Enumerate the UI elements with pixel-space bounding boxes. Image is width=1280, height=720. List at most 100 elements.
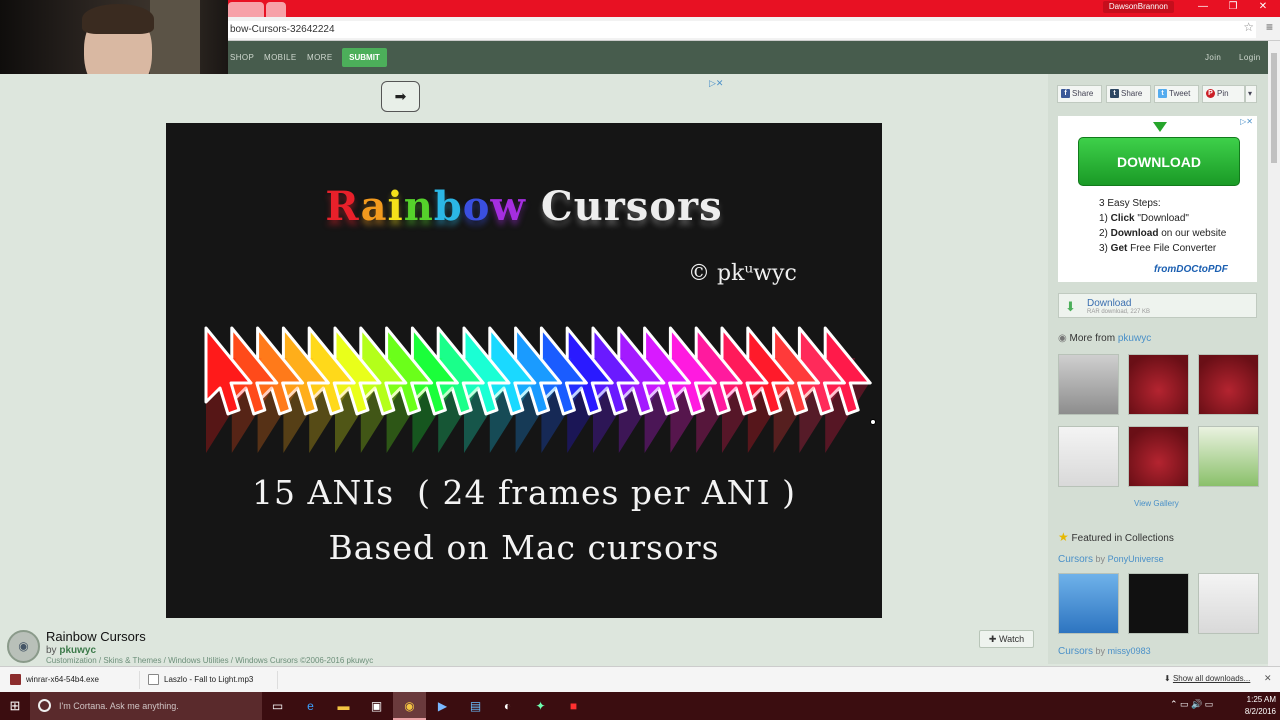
clock-time: 1:25 AM [1246, 695, 1276, 704]
share-label: Share [1121, 89, 1143, 98]
ad-steps: 3 Easy Steps: 1) Click "Download" 2) Dow… [1099, 196, 1226, 256]
ad-step-2: 2) Download on our website [1099, 228, 1227, 239]
download-arrow-icon: ⬇ [1065, 299, 1076, 314]
view-gallery-link[interactable]: View Gallery [1134, 499, 1179, 508]
author-link[interactable]: pkuwyc [59, 645, 96, 656]
clock-date: 8/2/2016 [1244, 707, 1276, 716]
ad-step-1: 1) Click "Download" [1099, 213, 1189, 224]
url-input[interactable]: bow-Cursors-32642224 [228, 21, 1256, 38]
show-all-downloads-link[interactable]: ⬇ Show all downloads... [1164, 674, 1250, 683]
pin-button[interactable]: P Pin [1202, 85, 1245, 103]
download-button[interactable]: ⬇ Download RAR download, 227 KB [1058, 293, 1257, 318]
app-icon[interactable]: ▤ [459, 692, 492, 720]
more-from-header: ◉ More from pkuwyc [1058, 333, 1152, 344]
download-item[interactable]: winrar-x64-54b4.exe [4, 671, 140, 689]
user-icon: ◉ [1058, 333, 1067, 344]
share-more-dropdown[interactable]: ▾ [1245, 85, 1257, 103]
ad-steps-title: 3 Easy Steps: [1099, 198, 1161, 209]
share-label: Share [1072, 89, 1094, 98]
download-icon: ⬇ [1164, 674, 1171, 683]
steam-icon[interactable]: ◐ [491, 692, 524, 720]
system-tray-icons[interactable]: ⌃ ▭ 🔊 ▭ [1170, 699, 1213, 710]
tweet-button[interactable]: t Tweet [1154, 85, 1199, 103]
watch-icon: ✚ [988, 634, 997, 644]
pinterest-icon: P [1206, 89, 1215, 98]
nav-mobile[interactable]: MOBILE [264, 53, 297, 62]
deviation-preview-image[interactable] [166, 123, 882, 618]
watch-label: Watch [998, 634, 1025, 644]
collection-thumb[interactable] [1198, 573, 1259, 634]
bookmark-star-icon[interactable]: ☆ [1243, 20, 1254, 34]
scrollbar-thumb[interactable] [1271, 53, 1277, 163]
collection-link[interactable]: Cursors by missy0983 [1058, 646, 1151, 657]
download-size: RAR download, 227 KB [1087, 309, 1151, 315]
minimize-button[interactable]: — [1194, 1, 1212, 12]
by-label: by [46, 645, 57, 656]
deviation-author: by pkuwyc [46, 645, 96, 656]
gallery-thumb[interactable] [1128, 354, 1189, 415]
deviation-title: Rainbow Cursors [46, 629, 146, 644]
ad-step-3: 3) Get Free File Converter [1099, 243, 1217, 254]
join-link[interactable]: Join [1205, 53, 1221, 62]
close-shelf-button[interactable]: ✕ [1264, 673, 1272, 684]
submit-button[interactable]: SUBMIT [342, 48, 387, 67]
gallery-thumb[interactable] [1058, 354, 1119, 415]
chrome-icon[interactable]: ◉ [393, 692, 426, 720]
download-shelf: winrar-x64-54b4.exe Laszlo - Fall to Lig… [0, 666, 1280, 692]
collection-thumb[interactable] [1058, 573, 1119, 634]
gallery-thumb[interactable] [1198, 426, 1259, 487]
rainbow-arrows-graphic [204, 326, 872, 453]
windows-start-icon[interactable]: ⊞ [0, 692, 30, 720]
chrome-menu-icon[interactable]: ≡ [1266, 20, 1273, 34]
collection-link[interactable]: Cursors by PonyUniverse [1058, 554, 1164, 565]
facebook-share-button[interactable]: f Share [1057, 85, 1102, 103]
audio-file-icon [148, 674, 159, 685]
mouse-cursor [870, 419, 876, 425]
gallery-thumb[interactable] [1198, 354, 1259, 415]
gallery-thumb[interactable] [1058, 426, 1119, 487]
edge-icon[interactable]: e [294, 692, 327, 720]
more-from-user-link[interactable]: pkuwyc [1118, 333, 1151, 344]
profile-name[interactable]: DawsonBrannon [1102, 1, 1174, 13]
system-clock[interactable]: 1:25 AM 8/2/2016 [1245, 694, 1276, 718]
breadcrumb[interactable]: Customization / Skins & Themes / Windows… [46, 656, 373, 665]
author-avatar[interactable]: ◉ [7, 630, 40, 663]
featured-collections-header: ★ Featured in Collections [1058, 530, 1174, 544]
ad-download-button[interactable]: DOWNLOAD [1078, 137, 1240, 186]
adchoices-icon[interactable]: ▷✕ [709, 78, 723, 89]
cortana-icon [38, 699, 51, 712]
next-arrow-button[interactable]: ➡ [381, 81, 420, 112]
ad-close-icon[interactable]: ▷✕ [1240, 117, 1253, 126]
new-tab-button[interactable] [266, 2, 286, 17]
tweet-label: Tweet [1169, 89, 1191, 98]
down-arrow-icon [1153, 122, 1167, 132]
watch-button[interactable]: ✚ Watch [979, 630, 1034, 648]
file-explorer-icon[interactable]: ▬ [327, 692, 360, 720]
task-view-icon[interactable]: ▭ [261, 692, 294, 720]
winrar-file-icon [10, 674, 21, 685]
download-item[interactable]: Laszlo - Fall to Light.mp3 [142, 671, 278, 689]
store-icon[interactable]: ▣ [360, 692, 393, 720]
twitter-icon: t [1158, 89, 1167, 98]
close-window-button[interactable]: ✕ [1254, 1, 1272, 12]
gallery-thumb[interactable] [1128, 426, 1189, 487]
cortana-search-box[interactable]: I'm Cortana. Ask me anything. [30, 692, 262, 720]
star-icon: ★ [1058, 530, 1069, 544]
download-label: Download [1087, 298, 1132, 309]
media-player-icon[interactable]: ▶ [426, 692, 459, 720]
page-scrollbar[interactable] [1268, 41, 1280, 666]
download-filename: winrar-x64-54b4.exe [26, 675, 99, 684]
download-filename: Laszlo - Fall to Light.mp3 [164, 675, 254, 684]
red-app-icon[interactable]: ■ [557, 692, 590, 720]
login-link[interactable]: Login [1239, 53, 1261, 62]
tumblr-share-button[interactable]: t Share [1106, 85, 1151, 103]
recorder-icon[interactable]: ✦ [524, 692, 557, 720]
share-bar: f Share t Share t Tweet P Pin ▾ [1057, 85, 1257, 103]
browser-tab[interactable] [228, 2, 264, 17]
sidebar-ad[interactable]: ▷✕ DOWNLOAD 3 Easy Steps: 1) Click "Down… [1058, 116, 1257, 282]
maximize-button[interactable]: ❐ [1224, 1, 1242, 12]
nav-more[interactable]: MORE [307, 53, 333, 62]
facebook-icon: f [1061, 89, 1070, 98]
nav-shop[interactable]: SHOP [230, 53, 254, 62]
collection-thumb[interactable] [1128, 573, 1189, 634]
